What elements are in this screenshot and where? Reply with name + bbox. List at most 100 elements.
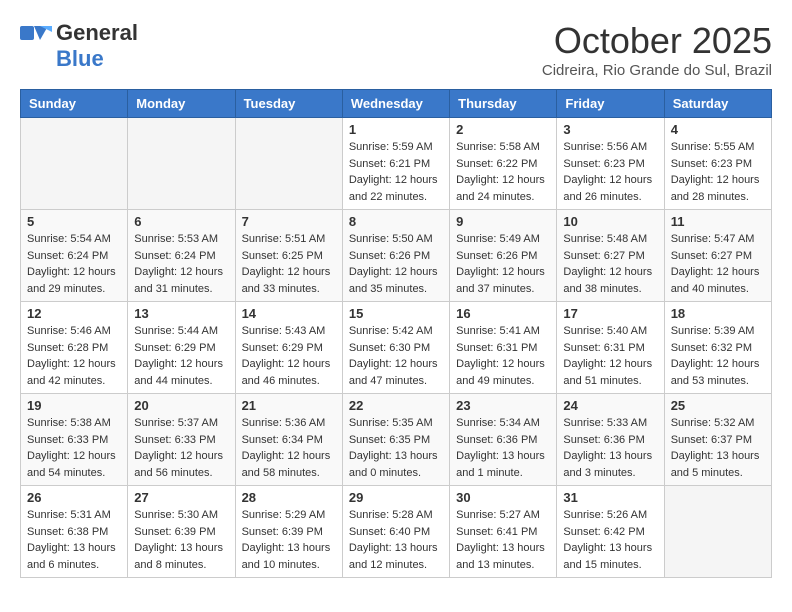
- day-number: 24: [563, 398, 657, 413]
- day-info: Sunrise: 5:34 AMSunset: 6:36 PMDaylight:…: [456, 415, 550, 481]
- calendar-cell: 26 Sunrise: 5:31 AMSunset: 6:38 PMDayligh…: [21, 486, 128, 578]
- calendar-cell: [128, 118, 235, 210]
- calendar-cell: 12 Sunrise: 5:46 AMSunset: 6:28 PMDayligh…: [21, 302, 128, 394]
- calendar: SundayMondayTuesdayWednesdayThursdayFrid…: [20, 89, 772, 578]
- calendar-header-friday: Friday: [557, 90, 664, 118]
- day-number: 30: [456, 490, 550, 505]
- day-number: 15: [349, 306, 443, 321]
- day-info: Sunrise: 5:27 AMSunset: 6:41 PMDaylight:…: [456, 507, 550, 573]
- calendar-cell: 22 Sunrise: 5:35 AMSunset: 6:35 PMDayligh…: [342, 394, 449, 486]
- day-info: Sunrise: 5:36 AMSunset: 6:34 PMDaylight:…: [242, 415, 336, 481]
- calendar-cell: 27 Sunrise: 5:30 AMSunset: 6:39 PMDayligh…: [128, 486, 235, 578]
- calendar-cell: 4 Sunrise: 5:55 AMSunset: 6:23 PMDaylight…: [664, 118, 771, 210]
- calendar-week-row: 1 Sunrise: 5:59 AMSunset: 6:21 PMDaylight…: [21, 118, 772, 210]
- day-number: 12: [27, 306, 121, 321]
- day-info: Sunrise: 5:58 AMSunset: 6:22 PMDaylight:…: [456, 139, 550, 205]
- calendar-cell: 8 Sunrise: 5:50 AMSunset: 6:26 PMDaylight…: [342, 210, 449, 302]
- day-number: 9: [456, 214, 550, 229]
- day-number: 31: [563, 490, 657, 505]
- day-info: Sunrise: 5:47 AMSunset: 6:27 PMDaylight:…: [671, 231, 765, 297]
- day-number: 23: [456, 398, 550, 413]
- calendar-cell: 10Sunrise: 5:48 AMSunset: 6:27 PMDayligh…: [557, 210, 664, 302]
- day-number: 3: [563, 122, 657, 137]
- calendar-cell: 29 Sunrise: 5:28 AMSunset: 6:40 PMDayligh…: [342, 486, 449, 578]
- calendar-cell: 19 Sunrise: 5:38 AMSunset: 6:33 PMDayligh…: [21, 394, 128, 486]
- day-info: Sunrise: 5:46 AMSunset: 6:28 PMDaylight:…: [27, 323, 121, 389]
- day-number: 5: [27, 214, 121, 229]
- day-info: Sunrise: 5:32 AMSunset: 6:37 PMDaylight:…: [671, 415, 765, 481]
- calendar-cell: 15 Sunrise: 5:42 AMSunset: 6:30 PMDayligh…: [342, 302, 449, 394]
- calendar-cell: 31Sunrise: 5:26 AMSunset: 6:42 PMDayligh…: [557, 486, 664, 578]
- title-section: October 2025 Cidreira, Rio Grande do Sul…: [542, 20, 772, 79]
- calendar-cell: [21, 118, 128, 210]
- calendar-week-row: 26 Sunrise: 5:31 AMSunset: 6:38 PMDayligh…: [21, 486, 772, 578]
- day-info: Sunrise: 5:41 AMSunset: 6:31 PMDaylight:…: [456, 323, 550, 389]
- calendar-header-tuesday: Tuesday: [235, 90, 342, 118]
- day-info: Sunrise: 5:30 AMSunset: 6:39 PMDaylight:…: [134, 507, 228, 573]
- calendar-cell: [235, 118, 342, 210]
- day-number: 1: [349, 122, 443, 137]
- day-info: Sunrise: 5:42 AMSunset: 6:30 PMDaylight:…: [349, 323, 443, 389]
- day-number: 29: [349, 490, 443, 505]
- month-title: October 2025: [542, 20, 772, 62]
- day-info: Sunrise: 5:37 AMSunset: 6:33 PMDaylight:…: [134, 415, 228, 481]
- day-info: Sunrise: 5:55 AMSunset: 6:23 PMDaylight:…: [671, 139, 765, 205]
- day-info: Sunrise: 5:53 AMSunset: 6:24 PMDaylight:…: [134, 231, 228, 297]
- calendar-cell: 1 Sunrise: 5:59 AMSunset: 6:21 PMDaylight…: [342, 118, 449, 210]
- day-info: Sunrise: 5:44 AMSunset: 6:29 PMDaylight:…: [134, 323, 228, 389]
- logo-icon: [20, 22, 52, 44]
- day-number: 6: [134, 214, 228, 229]
- page-header: General Blue October 2025 Cidreira, Rio …: [20, 20, 772, 79]
- calendar-week-row: 12 Sunrise: 5:46 AMSunset: 6:28 PMDayligh…: [21, 302, 772, 394]
- day-number: 20: [134, 398, 228, 413]
- day-number: 4: [671, 122, 765, 137]
- day-info: Sunrise: 5:28 AMSunset: 6:40 PMDaylight:…: [349, 507, 443, 573]
- calendar-cell: 20 Sunrise: 5:37 AMSunset: 6:33 PMDayligh…: [128, 394, 235, 486]
- day-info: Sunrise: 5:50 AMSunset: 6:26 PMDaylight:…: [349, 231, 443, 297]
- day-info: Sunrise: 5:38 AMSunset: 6:33 PMDaylight:…: [27, 415, 121, 481]
- calendar-cell: 9 Sunrise: 5:49 AMSunset: 6:26 PMDaylight…: [450, 210, 557, 302]
- day-number: 27: [134, 490, 228, 505]
- calendar-cell: 7 Sunrise: 5:51 AMSunset: 6:25 PMDaylight…: [235, 210, 342, 302]
- day-number: 14: [242, 306, 336, 321]
- calendar-cell: 24 Sunrise: 5:33 AMSunset: 6:36 PMDayligh…: [557, 394, 664, 486]
- calendar-week-row: 5Sunrise: 5:54 AMSunset: 6:24 PMDaylight…: [21, 210, 772, 302]
- day-info: Sunrise: 5:48 AMSunset: 6:27 PMDaylight:…: [563, 231, 657, 297]
- day-info: Sunrise: 5:59 AMSunset: 6:21 PMDaylight:…: [349, 139, 443, 205]
- calendar-cell: 16Sunrise: 5:41 AMSunset: 6:31 PMDayligh…: [450, 302, 557, 394]
- calendar-header-wednesday: Wednesday: [342, 90, 449, 118]
- day-number: 11: [671, 214, 765, 229]
- logo-general-text: General: [56, 20, 138, 46]
- day-info: Sunrise: 5:56 AMSunset: 6:23 PMDaylight:…: [563, 139, 657, 205]
- calendar-header-saturday: Saturday: [664, 90, 771, 118]
- day-info: Sunrise: 5:33 AMSunset: 6:36 PMDaylight:…: [563, 415, 657, 481]
- day-number: 22: [349, 398, 443, 413]
- calendar-cell: 23 Sunrise: 5:34 AMSunset: 6:36 PMDayligh…: [450, 394, 557, 486]
- location: Cidreira, Rio Grande do Sul, Brazil: [542, 62, 772, 79]
- calendar-cell: 14Sunrise: 5:43 AMSunset: 6:29 PMDayligh…: [235, 302, 342, 394]
- calendar-cell: 21 Sunrise: 5:36 AMSunset: 6:34 PMDayligh…: [235, 394, 342, 486]
- day-info: Sunrise: 5:51 AMSunset: 6:25 PMDaylight:…: [242, 231, 336, 297]
- calendar-cell: 25 Sunrise: 5:32 AMSunset: 6:37 PMDayligh…: [664, 394, 771, 486]
- day-number: 13: [134, 306, 228, 321]
- day-info: Sunrise: 5:35 AMSunset: 6:35 PMDaylight:…: [349, 415, 443, 481]
- day-info: Sunrise: 5:39 AMSunset: 6:32 PMDaylight:…: [671, 323, 765, 389]
- day-number: 8: [349, 214, 443, 229]
- calendar-week-row: 19 Sunrise: 5:38 AMSunset: 6:33 PMDayligh…: [21, 394, 772, 486]
- day-number: 26: [27, 490, 121, 505]
- calendar-cell: 2 Sunrise: 5:58 AMSunset: 6:22 PMDaylight…: [450, 118, 557, 210]
- calendar-cell: 13 Sunrise: 5:44 AMSunset: 6:29 PMDayligh…: [128, 302, 235, 394]
- calendar-cell: 30 Sunrise: 5:27 AMSunset: 6:41 PMDayligh…: [450, 486, 557, 578]
- day-number: 7: [242, 214, 336, 229]
- day-number: 19: [27, 398, 121, 413]
- day-number: 28: [242, 490, 336, 505]
- logo-blue-text: Blue: [56, 46, 104, 72]
- calendar-cell: 6 Sunrise: 5:53 AMSunset: 6:24 PMDaylight…: [128, 210, 235, 302]
- day-number: 25: [671, 398, 765, 413]
- day-info: Sunrise: 5:31 AMSunset: 6:38 PMDaylight:…: [27, 507, 121, 573]
- day-info: Sunrise: 5:49 AMSunset: 6:26 PMDaylight:…: [456, 231, 550, 297]
- calendar-cell: 3 Sunrise: 5:56 AMSunset: 6:23 PMDaylight…: [557, 118, 664, 210]
- day-info: Sunrise: 5:29 AMSunset: 6:39 PMDaylight:…: [242, 507, 336, 573]
- day-number: 2: [456, 122, 550, 137]
- day-number: 21: [242, 398, 336, 413]
